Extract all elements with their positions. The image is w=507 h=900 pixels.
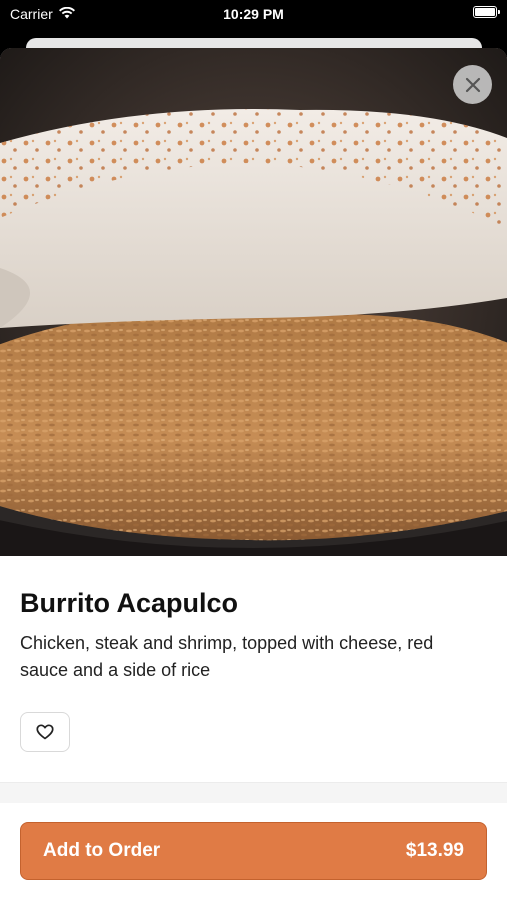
close-icon bbox=[465, 77, 480, 92]
battery-icon bbox=[473, 6, 500, 18]
status-bar: Carrier 10:29 PM bbox=[0, 0, 507, 30]
add-to-order-label: Add to Order bbox=[43, 840, 161, 861]
item-photo bbox=[0, 48, 507, 556]
section-divider bbox=[0, 782, 507, 803]
favorite-button[interactable] bbox=[20, 712, 70, 752]
item-detail-sheet: Burrito Acapulco Chicken, steak and shri… bbox=[0, 48, 507, 900]
status-time: 10:29 PM bbox=[223, 6, 284, 22]
item-description: Chicken, steak and shrimp, topped with c… bbox=[20, 633, 434, 680]
heart-icon bbox=[36, 724, 54, 740]
item-price: $13.99 bbox=[405, 840, 464, 861]
close-button[interactable] bbox=[453, 65, 492, 104]
add-to-order-button[interactable]: Add to Order $13.99 bbox=[20, 822, 487, 880]
item-title: Burrito Acapulco bbox=[20, 588, 239, 618]
